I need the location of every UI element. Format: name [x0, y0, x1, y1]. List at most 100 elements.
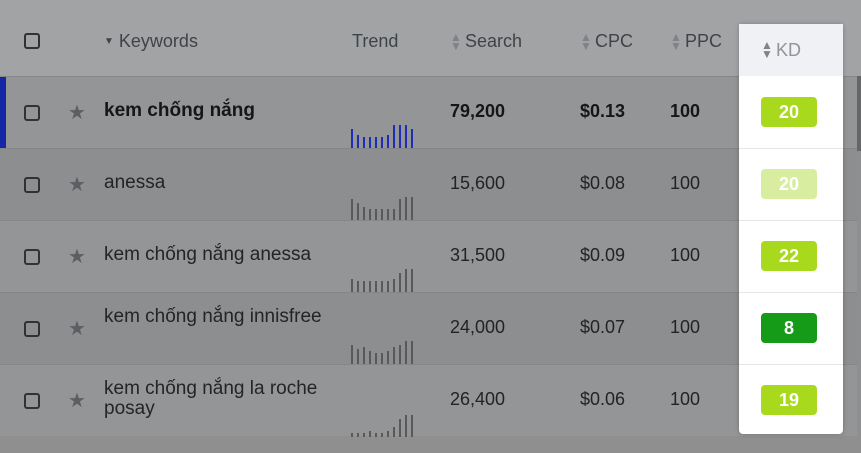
- ppc-value: 100: [670, 389, 701, 409]
- trend-bar: [405, 415, 407, 437]
- row-checkbox[interactable]: [24, 393, 40, 409]
- kd-row-divider: [739, 364, 843, 365]
- search-value: 79,200: [450, 101, 506, 121]
- kd-badge: 19: [761, 385, 817, 415]
- trend-bar: [357, 203, 359, 221]
- search-value: 15,600: [450, 173, 506, 193]
- trend-bar: [369, 351, 371, 365]
- trend-bar: [393, 125, 395, 149]
- vertical-scrollbar[interactable]: [857, 76, 861, 151]
- table-row[interactable]: ★ kem chống nắng anessa 31,500 $0.09 100: [0, 220, 857, 293]
- trend-bar: [351, 199, 353, 221]
- trend-bar: [351, 345, 353, 365]
- ppc-value: 100: [670, 173, 701, 193]
- keyword-link[interactable]: kem chống nắng la roche posay: [104, 379, 344, 419]
- trend-bar: [387, 351, 389, 365]
- kd-badge: 20: [761, 97, 817, 127]
- trend-bar: [369, 431, 371, 437]
- cpc-value: $0.06: [580, 389, 626, 409]
- star-icon[interactable]: ★: [68, 247, 88, 267]
- trend-bar: [363, 207, 365, 221]
- ppc-value: 100: [670, 101, 701, 121]
- trend-bar: [357, 135, 359, 149]
- trend-bar: [351, 279, 353, 293]
- ppc-value: 100: [670, 317, 701, 337]
- trend-bar: [411, 269, 413, 293]
- kd-row-divider: [739, 148, 843, 149]
- keyword-link[interactable]: kem chống nắng: [104, 101, 344, 121]
- row-checkbox[interactable]: [24, 177, 40, 193]
- trend-bar: [387, 135, 389, 149]
- star-icon[interactable]: ★: [68, 103, 88, 123]
- table-header: ▼ Keywords Trend ▲ ▼ Search ▲ ▼ CPC ▲ ▼ PPC: [0, 0, 861, 76]
- trend-bar: [363, 347, 365, 365]
- trend-bar: [399, 419, 401, 437]
- table-row[interactable]: ★ kem chống nắng 79,200 $0.13 100: [0, 76, 857, 149]
- keywords-table: ▼ Keywords Trend ▲ ▼ Search ▲ ▼ CPC ▲ ▼ PPC…: [0, 0, 861, 453]
- kd-column-header[interactable]: ▲ ▼ KD: [739, 24, 843, 76]
- cpc-column-header[interactable]: ▲ ▼ CPC: [580, 31, 633, 52]
- kd-badge: 22: [761, 241, 817, 271]
- search-value: 24,000: [450, 317, 506, 337]
- sort-icon: ▲ ▼: [450, 29, 462, 53]
- trend-sparkline: [351, 333, 413, 365]
- trend-sparkline: [351, 405, 413, 437]
- cpc-value: $0.08: [580, 173, 626, 193]
- kd-row-divider: [739, 292, 843, 293]
- select-all-checkbox[interactable]: [24, 33, 40, 49]
- table-row[interactable]: ★ kem chống nắng innisfree 24,000 $0.07 100: [0, 292, 857, 365]
- trend-bar: [405, 125, 407, 149]
- trend-bar: [363, 433, 365, 437]
- trend-bar: [405, 341, 407, 365]
- trend-bar: [351, 129, 353, 149]
- sort-desc-icon: ▼: [104, 36, 114, 47]
- star-icon[interactable]: ★: [68, 391, 88, 411]
- keywords-column-header[interactable]: ▼ Keywords: [104, 31, 198, 52]
- kd-highlight-panel: ▲ ▼ KD 20 20 22 8 19: [739, 24, 843, 434]
- trend-sparkline: [351, 117, 413, 149]
- trend-bar: [387, 431, 389, 437]
- cpc-value: $0.09: [580, 245, 626, 265]
- trend-bar: [393, 279, 395, 293]
- keyword-link[interactable]: anessa: [104, 173, 344, 193]
- trend-bar: [411, 197, 413, 221]
- trend-bar: [393, 427, 395, 437]
- row-checkbox[interactable]: [24, 249, 40, 265]
- star-icon[interactable]: ★: [68, 175, 88, 195]
- row-checkbox[interactable]: [24, 105, 40, 121]
- trend-bar: [411, 415, 413, 437]
- kd-badge: 20: [761, 169, 817, 199]
- trend-bar: [375, 433, 377, 437]
- search-value: 31,500: [450, 245, 506, 265]
- keyword-link[interactable]: kem chống nắng anessa: [104, 245, 344, 265]
- table-row[interactable]: ★ kem chống nắng la roche posay 26,400 $0.0…: [0, 364, 857, 437]
- cpc-value: $0.07: [580, 317, 626, 337]
- trend-sparkline: [351, 261, 413, 293]
- trend-bar: [411, 129, 413, 149]
- ppc-value: 100: [670, 245, 701, 265]
- search-column-header[interactable]: ▲ ▼ Search: [450, 31, 522, 52]
- cpc-value: $0.13: [580, 101, 626, 121]
- kd-row-divider: [739, 220, 843, 221]
- trend-bar: [399, 199, 401, 221]
- trend-bar: [351, 433, 353, 437]
- search-value: 26,400: [450, 389, 506, 409]
- trend-bar: [381, 433, 383, 437]
- row-checkbox[interactable]: [24, 321, 40, 337]
- trend-bar: [411, 341, 413, 365]
- sort-icon: ▲ ▼: [761, 38, 773, 61]
- trend-bar: [399, 273, 401, 293]
- kd-badge: 8: [761, 313, 817, 343]
- trend-bar: [405, 197, 407, 221]
- table-row[interactable]: ★ anessa 15,600 $0.08 100: [0, 148, 857, 221]
- trend-bar: [399, 125, 401, 149]
- keyword-link[interactable]: kem chống nắng innisfree: [104, 307, 344, 327]
- ppc-column-header[interactable]: ▲ ▼ PPC: [670, 31, 722, 52]
- sort-icon: ▲ ▼: [670, 29, 682, 53]
- trend-bar: [405, 269, 407, 293]
- star-icon[interactable]: ★: [68, 319, 88, 339]
- trend-bar: [357, 349, 359, 365]
- trend-sparkline: [351, 189, 413, 221]
- trend-bar: [357, 433, 359, 437]
- trend-column-header: Trend: [352, 31, 399, 51]
